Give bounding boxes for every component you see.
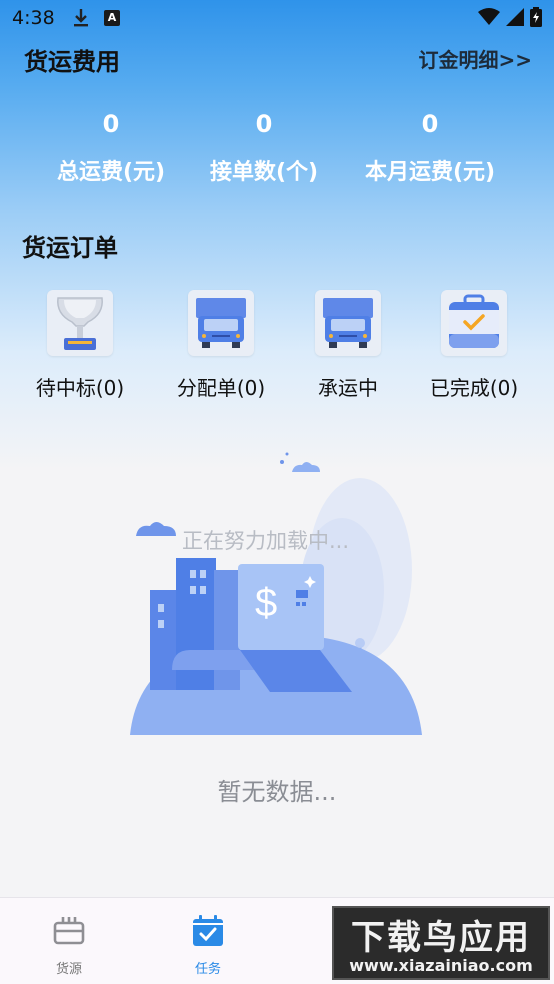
calendar-check-icon xyxy=(193,915,223,946)
tab-label: 货源 xyxy=(55,962,82,977)
a-badge-icon: A xyxy=(104,10,120,26)
trophy-icon xyxy=(57,297,103,350)
wifi-icon xyxy=(478,8,500,25)
stat-total-freight: 0 总运费(元) xyxy=(26,106,196,186)
cell-signal-icon xyxy=(506,8,524,26)
empty-state-text: 暂无数据... xyxy=(217,778,337,806)
order-label: 承运中 xyxy=(318,376,378,400)
order-categories: 待中标(0) 分配单(0) 承运中 已完成(0) xyxy=(0,290,554,410)
order-completed[interactable]: 已完成(0) xyxy=(404,290,544,401)
stat-value: 0 xyxy=(255,110,273,138)
tile xyxy=(47,290,113,356)
truck-icon xyxy=(323,298,373,348)
tab-tasks[interactable]: 任务 xyxy=(158,898,258,984)
tile xyxy=(188,290,254,356)
completed-bag-icon xyxy=(449,294,499,348)
stat-order-count: 0 接单数(个) xyxy=(179,106,349,186)
tile xyxy=(315,290,381,356)
tab-cargo-source[interactable]: 货源 xyxy=(19,898,119,984)
stat-label: 本月运费(元) xyxy=(364,160,496,185)
order-label: 已完成(0) xyxy=(429,376,519,400)
section-title-orders: 货运订单 xyxy=(22,234,118,262)
stat-monthly-freight: 0 本月运费(元) xyxy=(345,106,515,186)
freight-stats: 0 总运费(元) 0 接单数(个) 0 本月运费(元) xyxy=(0,106,554,196)
order-pending-bid[interactable]: 待中标(0) xyxy=(10,290,150,401)
header-row: 货运费用 订金明细>> xyxy=(0,40,554,76)
watermark-sub: www.xiazainiao.com xyxy=(349,956,533,975)
empty-state-illustration: $ xyxy=(130,452,422,735)
order-assigned[interactable]: 分配单(0) xyxy=(151,290,291,401)
battery-icon xyxy=(530,7,542,27)
status-bar: 4:38 A xyxy=(0,0,554,36)
loading-text: 正在努力加载中... xyxy=(182,529,350,553)
download-icon xyxy=(74,9,88,27)
stat-value: 0 xyxy=(421,110,439,138)
watermark: 下载鸟应用 www.xiazainiao.com xyxy=(332,906,550,980)
stat-label: 总运费(元) xyxy=(56,160,166,185)
tile xyxy=(441,290,507,356)
stat-label: 接单数(个) xyxy=(209,160,319,185)
deposit-details-link[interactable]: 订金明细>> xyxy=(418,44,532,73)
stat-value: 0 xyxy=(102,110,120,138)
cargo-box-icon xyxy=(53,917,85,945)
status-time: 4:38 xyxy=(12,7,55,29)
tab-label: 任务 xyxy=(194,962,221,977)
watermark-main: 下载鸟应用 xyxy=(351,918,531,958)
order-in-transit[interactable]: 承运中 xyxy=(278,290,418,401)
svg-text:$: $ xyxy=(255,581,277,625)
truck-icon xyxy=(196,298,246,348)
page-title: 货运费用 xyxy=(24,48,120,76)
order-label: 分配单(0) xyxy=(176,376,266,400)
order-label: 待中标(0) xyxy=(35,376,125,400)
